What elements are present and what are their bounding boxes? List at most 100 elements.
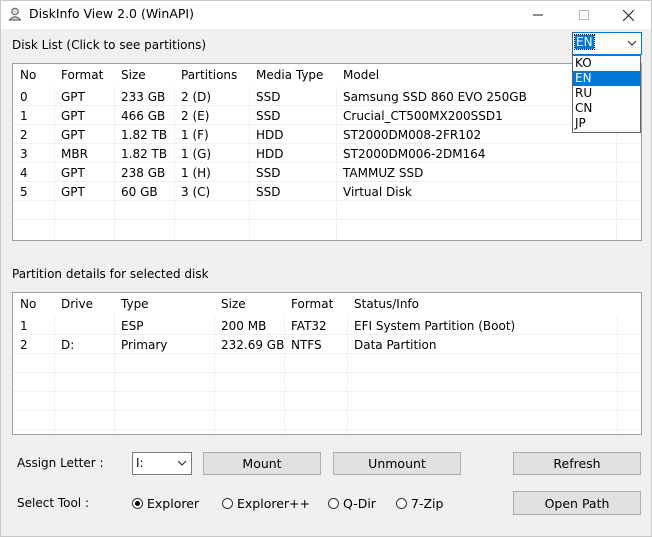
maximize-button[interactable] [561, 1, 607, 29]
radio-7zip[interactable]: 7-Zip [396, 494, 443, 512]
language-option-ko[interactable]: KO [573, 56, 640, 71]
disk-no: 2 [20, 128, 28, 142]
disk-row[interactable]: 0 GPT 233 GB 2 (D) SSD Samsung SSD 860 E… [13, 88, 641, 107]
mount-button[interactable]: Mount [203, 452, 321, 475]
column-header-media-type[interactable]: Media Type [249, 64, 336, 86]
app-disk-icon [8, 7, 22, 21]
select-tool-label: Select Tool : [17, 496, 89, 510]
partition-list-header: No Drive Type Size Format Status/Info [13, 293, 641, 315]
disk-list-label: Disk List (Click to see partitions) [12, 38, 207, 52]
close-button[interactable] [605, 1, 651, 29]
partition-format: NTFS [291, 338, 322, 352]
chevron-down-icon [626, 36, 638, 53]
grid-line [13, 372, 641, 373]
disk-size: 238 GB [121, 166, 166, 180]
disk-partitions: 2 (D) [181, 90, 212, 104]
radio-q-dir-label: Q-Dir [343, 495, 376, 511]
chevron-down-icon [176, 456, 188, 473]
column-header-no[interactable]: No [13, 64, 54, 86]
disk-media-type: HDD [256, 128, 284, 142]
grid-line [13, 219, 641, 220]
disk-no: 4 [20, 166, 28, 180]
unmount-button[interactable]: Unmount [333, 452, 461, 475]
partition-list-view[interactable]: No Drive Type Size Format Status/Info 1 … [12, 292, 642, 435]
radio-q-dir-indicator [328, 497, 339, 509]
disk-no: 1 [20, 109, 28, 123]
disk-list-header: No Format Size Partitions Media Type Mod… [13, 64, 641, 86]
partition-drive [54, 317, 114, 336]
disk-format: GPT [61, 166, 85, 180]
open-path-button[interactable]: Open Path [513, 491, 641, 515]
language-option-cn[interactable]: CN [573, 101, 640, 116]
disk-media-type: HDD [256, 147, 284, 161]
partition-drive: D: [61, 338, 75, 352]
disk-partitions: 3 (C) [181, 185, 211, 199]
partition-size: 232.69 GB [221, 338, 284, 352]
grid-line [13, 391, 641, 392]
column-header-no[interactable]: No [13, 293, 54, 315]
partition-format: FAT32 [291, 319, 327, 333]
disk-media-type: SSD [256, 185, 281, 199]
disk-no: 3 [20, 147, 28, 161]
radio-7zip-label: 7-Zip [411, 495, 444, 511]
disk-size: 1.82 TB [121, 128, 168, 142]
disk-model: ST2000DM006-2DM164 [343, 147, 486, 161]
disk-size: 466 GB [121, 109, 166, 123]
column-header-size[interactable]: Size [114, 64, 174, 86]
disk-format: GPT [61, 128, 85, 142]
disk-media-type: SSD [256, 90, 281, 104]
partition-no: 1 [20, 319, 28, 333]
language-option-en[interactable]: EN [573, 71, 640, 86]
radio-explorer-label: Explorer [147, 495, 200, 511]
radio-explorer[interactable]: Explorer [132, 494, 199, 512]
disk-partitions: 1 (F) [181, 128, 209, 142]
assign-letter-combo[interactable]: I: [132, 452, 192, 475]
grid-line [13, 429, 641, 430]
window-title: DiskInfo View 2.0 (WinAPI) [29, 6, 194, 21]
column-header-format[interactable]: Format [284, 293, 347, 315]
radio-q-dir[interactable]: Q-Dir [328, 494, 376, 512]
partition-type: ESP [121, 319, 144, 333]
disk-partitions: 2 (E) [181, 109, 210, 123]
disk-format: MBR [61, 147, 88, 161]
radio-explorer-indicator [132, 497, 143, 509]
minimize-button[interactable] [515, 1, 561, 29]
disk-format: GPT [61, 90, 85, 104]
radio-explorer-plus[interactable]: Explorer++ [222, 494, 310, 512]
disk-row[interactable]: 5 GPT 60 GB 3 (C) SSD Virtual Disk [13, 183, 641, 202]
language-combo[interactable]: EN [572, 32, 642, 55]
partition-type: Primary [121, 338, 168, 352]
partition-status: EFI System Partition (Boot) [354, 319, 516, 333]
disk-row[interactable]: 4 GPT 238 GB 1 (H) SSD TAMMUZ SSD [13, 164, 641, 183]
column-header-status[interactable]: Status/Info [347, 293, 617, 315]
title-bar[interactable]: DiskInfo View 2.0 (WinAPI) [1, 1, 651, 29]
language-dropdown-list: KO EN RU CN JP [572, 55, 641, 133]
column-header-type[interactable]: Type [114, 293, 214, 315]
disk-format: GPT [61, 109, 85, 123]
disk-no: 5 [20, 185, 28, 199]
column-header-drive[interactable]: Drive [54, 293, 114, 315]
partition-no: 2 [20, 338, 28, 352]
column-header-size[interactable]: Size [214, 293, 284, 315]
assign-letter-value: I: [136, 456, 144, 470]
language-option-ru[interactable]: RU [573, 86, 640, 101]
assign-letter-label: Assign Letter : [17, 456, 104, 470]
radio-7zip-indicator [396, 497, 407, 509]
partition-details-label: Partition details for selected disk [12, 267, 209, 281]
disk-model: Virtual Disk [343, 185, 412, 199]
partition-row[interactable]: 1 ESP 200 MB FAT32 EFI System Partition … [13, 317, 641, 336]
language-option-jp[interactable]: JP [573, 116, 640, 131]
radio-explorer-plus-indicator [222, 497, 233, 509]
partition-row[interactable]: 2 D: Primary 232.69 GB NTFS Data Partiti… [13, 336, 641, 355]
disk-row[interactable]: 2 GPT 1.82 TB 1 (F) HDD ST2000DM008-2FR1… [13, 126, 641, 145]
disk-format: GPT [61, 185, 85, 199]
disk-model: TAMMUZ SSD [343, 166, 424, 180]
radio-explorer-plus-label: Explorer++ [237, 495, 310, 511]
disk-row[interactable]: 1 GPT 466 GB 2 (E) SSD Crucial_CT500MX20… [13, 107, 641, 126]
disk-list-view[interactable]: No Format Size Partitions Media Type Mod… [12, 63, 642, 241]
column-header-partitions[interactable]: Partitions [174, 64, 249, 86]
column-header-format[interactable]: Format [54, 64, 114, 86]
disk-row[interactable]: 3 MBR 1.82 TB 1 (G) HDD ST2000DM006-2DM1… [13, 145, 641, 164]
refresh-button[interactable]: Refresh [513, 452, 641, 475]
main-window: DiskInfo View 2.0 (WinAPI) Disk List (Cl… [0, 0, 652, 537]
